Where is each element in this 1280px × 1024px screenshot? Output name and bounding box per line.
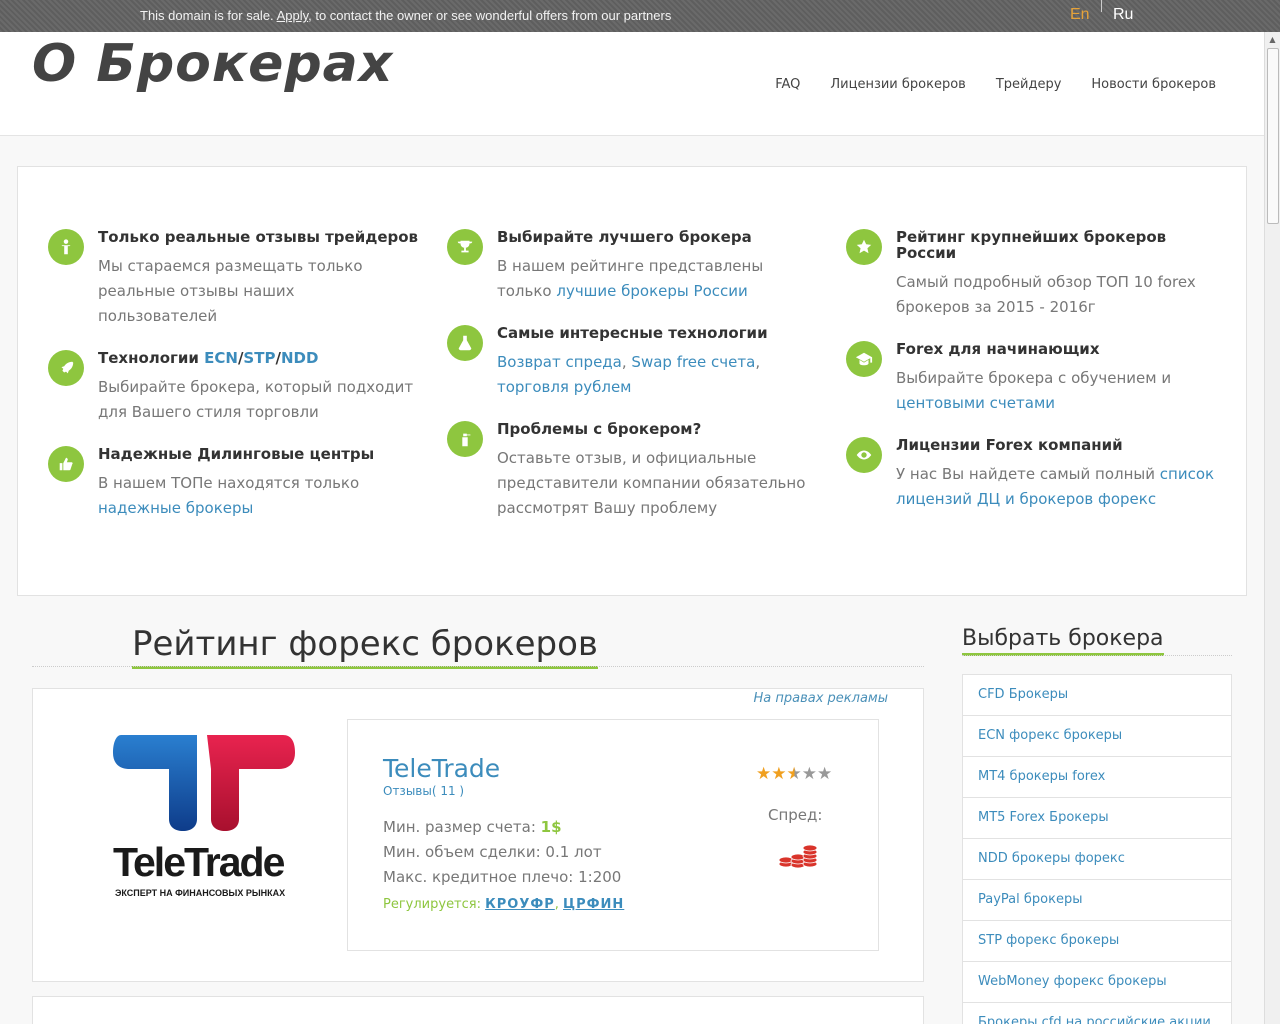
lang-divider bbox=[1101, 0, 1102, 12]
feature-text: Мы стараемся размещать только реальные о… bbox=[98, 257, 363, 325]
site-header: О Брокерах FAQ Лицензии брокеров Трейдер… bbox=[0, 32, 1264, 136]
features-panel: Только реальные отзывы трейдеров Мы стар… bbox=[17, 166, 1247, 596]
rating-star-icon: ★ bbox=[771, 764, 787, 784]
feature-text: Выбирайте брокера с обучением и центовым… bbox=[896, 366, 1216, 416]
lang-ru-link[interactable]: Ru bbox=[1113, 6, 1133, 24]
best-brokers-russia-link[interactable]: лучшие брокеры России bbox=[556, 282, 747, 300]
lang-en-link[interactable]: En bbox=[1070, 6, 1090, 24]
rating-stars: ★ ★ ★ ★ ★ bbox=[756, 766, 832, 783]
rating-star-icon: ★ bbox=[801, 764, 817, 784]
nav-news[interactable]: Новости брокеров bbox=[1091, 77, 1216, 92]
trophy-icon bbox=[447, 229, 483, 265]
rating-star-icon: ★ bbox=[817, 764, 833, 784]
ruble-trading-link[interactable]: торговля рублем bbox=[497, 378, 632, 396]
sale-message-prefix: This domain is for sale. bbox=[140, 8, 277, 23]
feature-text: Оставьте отзыв, и официальные представит… bbox=[497, 449, 806, 517]
thumbs-up-icon bbox=[48, 446, 84, 482]
nav-licenses[interactable]: Лицензии брокеров bbox=[830, 77, 965, 92]
rating-star-icon: ★ bbox=[786, 764, 802, 784]
spread-refund-link[interactable]: Возврат спреда bbox=[497, 353, 622, 371]
eye-icon bbox=[846, 437, 882, 473]
spread-label: Спред: bbox=[768, 806, 823, 824]
regulator-kroufr-link[interactable]: КРОУФР bbox=[485, 897, 555, 912]
min-deposit-value: 1$ bbox=[540, 818, 562, 836]
feature-text: Возврат спреда, Swap free счета, торговл… bbox=[497, 353, 761, 396]
sidebar-title: Выбрать брокера bbox=[962, 626, 1164, 656]
sidebar-item-cfd-russian[interactable]: Брокеры cfd на российские акции bbox=[963, 1003, 1231, 1024]
teletrade-logo-icon[interactable] bbox=[111, 733, 297, 833]
feature-title: Выбирайте лучшего брокера bbox=[497, 228, 752, 246]
site-logo[interactable]: О Брокерах bbox=[32, 34, 393, 94]
broker-details: TeleTrade Отзывы( 11 ) Мин. размер счета… bbox=[347, 719, 879, 951]
sale-message-suffix: , to contact the owner or see wonderful … bbox=[308, 8, 672, 23]
feature-title: Forex для начинающих bbox=[896, 340, 1100, 358]
person-icon bbox=[48, 229, 84, 265]
reliable-brokers-link[interactable]: надежные брокеры bbox=[98, 499, 253, 517]
sidebar-divider bbox=[962, 655, 1232, 656]
min-deposit: Мин. размер счета: 1$ bbox=[383, 818, 562, 836]
feature-title: Самые интересные технологии bbox=[497, 324, 768, 342]
apply-link[interactable]: Apply bbox=[277, 8, 309, 23]
ecn-link[interactable]: ECN bbox=[204, 349, 238, 367]
ndd-link[interactable]: NDD bbox=[281, 349, 318, 367]
flask-icon bbox=[447, 325, 483, 361]
coins-spread-icon bbox=[778, 844, 818, 869]
ad-note: На правах рекламы bbox=[753, 691, 889, 706]
feature-text: В нашем ТОПе находятся только надежные б… bbox=[98, 471, 418, 521]
rocket-icon bbox=[48, 350, 84, 386]
nav-trader[interactable]: Трейдеру bbox=[996, 77, 1062, 92]
main-nav: FAQ Лицензии брокеров Трейдеру Новости б… bbox=[775, 77, 1216, 92]
cent-accounts-link[interactable]: центовыми счетами bbox=[896, 394, 1055, 412]
broker-card: На правах рекламы TeleTrade ЭКСПЕРТ НА Ф… bbox=[32, 688, 924, 982]
sale-message: This domain is for sale. Apply, to conta… bbox=[140, 8, 671, 23]
graduation-cap-icon bbox=[846, 341, 882, 377]
title-divider bbox=[32, 666, 924, 667]
sidebar-item-webmoney[interactable]: WebMoney форекс брокеры bbox=[963, 962, 1231, 1003]
feature-title: Только реальные отзывы трейдеров bbox=[98, 228, 419, 246]
feature-text-part: В нашем ТОПе находятся только bbox=[98, 474, 360, 492]
feature-text: Самый подробный обзор ТОП 10 forex броке… bbox=[896, 273, 1196, 316]
max-leverage: Макс. кредитное плечо: 1:200 bbox=[383, 868, 622, 886]
sidebar-item-ndd[interactable]: NDD брокеры форекс bbox=[963, 839, 1231, 880]
stp-link[interactable]: STP bbox=[243, 349, 275, 367]
page-scrollbar[interactable]: ▲ bbox=[1264, 32, 1280, 1024]
broker-card-next bbox=[32, 996, 924, 1024]
swap-free-link[interactable]: Swap free счета bbox=[631, 353, 755, 371]
sidebar-item-ecn[interactable]: ECN форекс брокеры bbox=[963, 716, 1231, 757]
teletrade-logo-tagline: ЭКСПЕРТ НА ФИНАНСОВЫХ РЫНКАХ bbox=[115, 888, 286, 898]
rating-star-icon: ★ bbox=[756, 764, 772, 784]
feature-title: Лицензии Forex компаний bbox=[896, 436, 1123, 454]
feature-text-part: У нас Вы найдете самый полный bbox=[896, 465, 1160, 483]
min-deposit-label: Мин. размер счета: bbox=[383, 818, 541, 836]
regulator-crfin-link[interactable]: ЦРФИН bbox=[563, 897, 624, 912]
feature-text: У нас Вы найдете самый полный список лиц… bbox=[896, 462, 1216, 512]
broker-name-link[interactable]: TeleTrade bbox=[383, 754, 500, 783]
min-lot: Мин. объем сделки: 0.1 лот bbox=[383, 843, 602, 861]
sidebar-item-stp[interactable]: STP форекс брокеры bbox=[963, 921, 1231, 962]
sidebar-item-mt5[interactable]: MT5 Forex Брокеры bbox=[963, 798, 1231, 839]
feature-title: Рейтинг крупнейших брокеров России bbox=[896, 228, 1167, 262]
regulated-label: Регулируется: bbox=[383, 897, 486, 912]
feature-title: Технологии ECN/STP/NDD bbox=[98, 349, 319, 367]
star-icon bbox=[846, 229, 882, 265]
broker-category-list: CFD Брокеры ECN форекс брокеры MT4 броке… bbox=[962, 674, 1232, 1024]
sidebar-item-paypal[interactable]: PayPal брокеры bbox=[963, 880, 1231, 921]
scroll-thumb[interactable] bbox=[1267, 48, 1279, 224]
feature-title: Надежные Дилинговые центры bbox=[98, 445, 375, 463]
feature-text-part: Выбирайте брокера с обучением и bbox=[896, 369, 1172, 387]
rating-title: Рейтинг форекс брокеров bbox=[132, 624, 598, 669]
domain-sale-bar: This domain is for sale. Apply, to conta… bbox=[0, 0, 1280, 32]
feature-text: Выбирайте брокера, который подходит для … bbox=[98, 378, 414, 421]
broker-reviews-link[interactable]: Отзывы( 11 ) bbox=[383, 784, 464, 798]
sidebar-item-mt4[interactable]: MT4 брокеры forex bbox=[963, 757, 1231, 798]
sidebar-item-cfd[interactable]: CFD Брокеры bbox=[963, 675, 1231, 716]
regulators: Регулируется: КРОУФР, ЦРФИН bbox=[383, 897, 625, 912]
feature-title-prefix: Технологии bbox=[98, 349, 205, 367]
feature-text: В нашем рейтинге представлены только луч… bbox=[497, 254, 817, 304]
spray-icon bbox=[447, 421, 483, 457]
scroll-up-arrow-icon[interactable]: ▲ bbox=[1265, 32, 1280, 48]
feature-title: Проблемы с брокером? bbox=[497, 420, 702, 438]
nav-faq[interactable]: FAQ bbox=[775, 77, 800, 92]
teletrade-logo-word: TeleTrade bbox=[113, 839, 285, 885]
